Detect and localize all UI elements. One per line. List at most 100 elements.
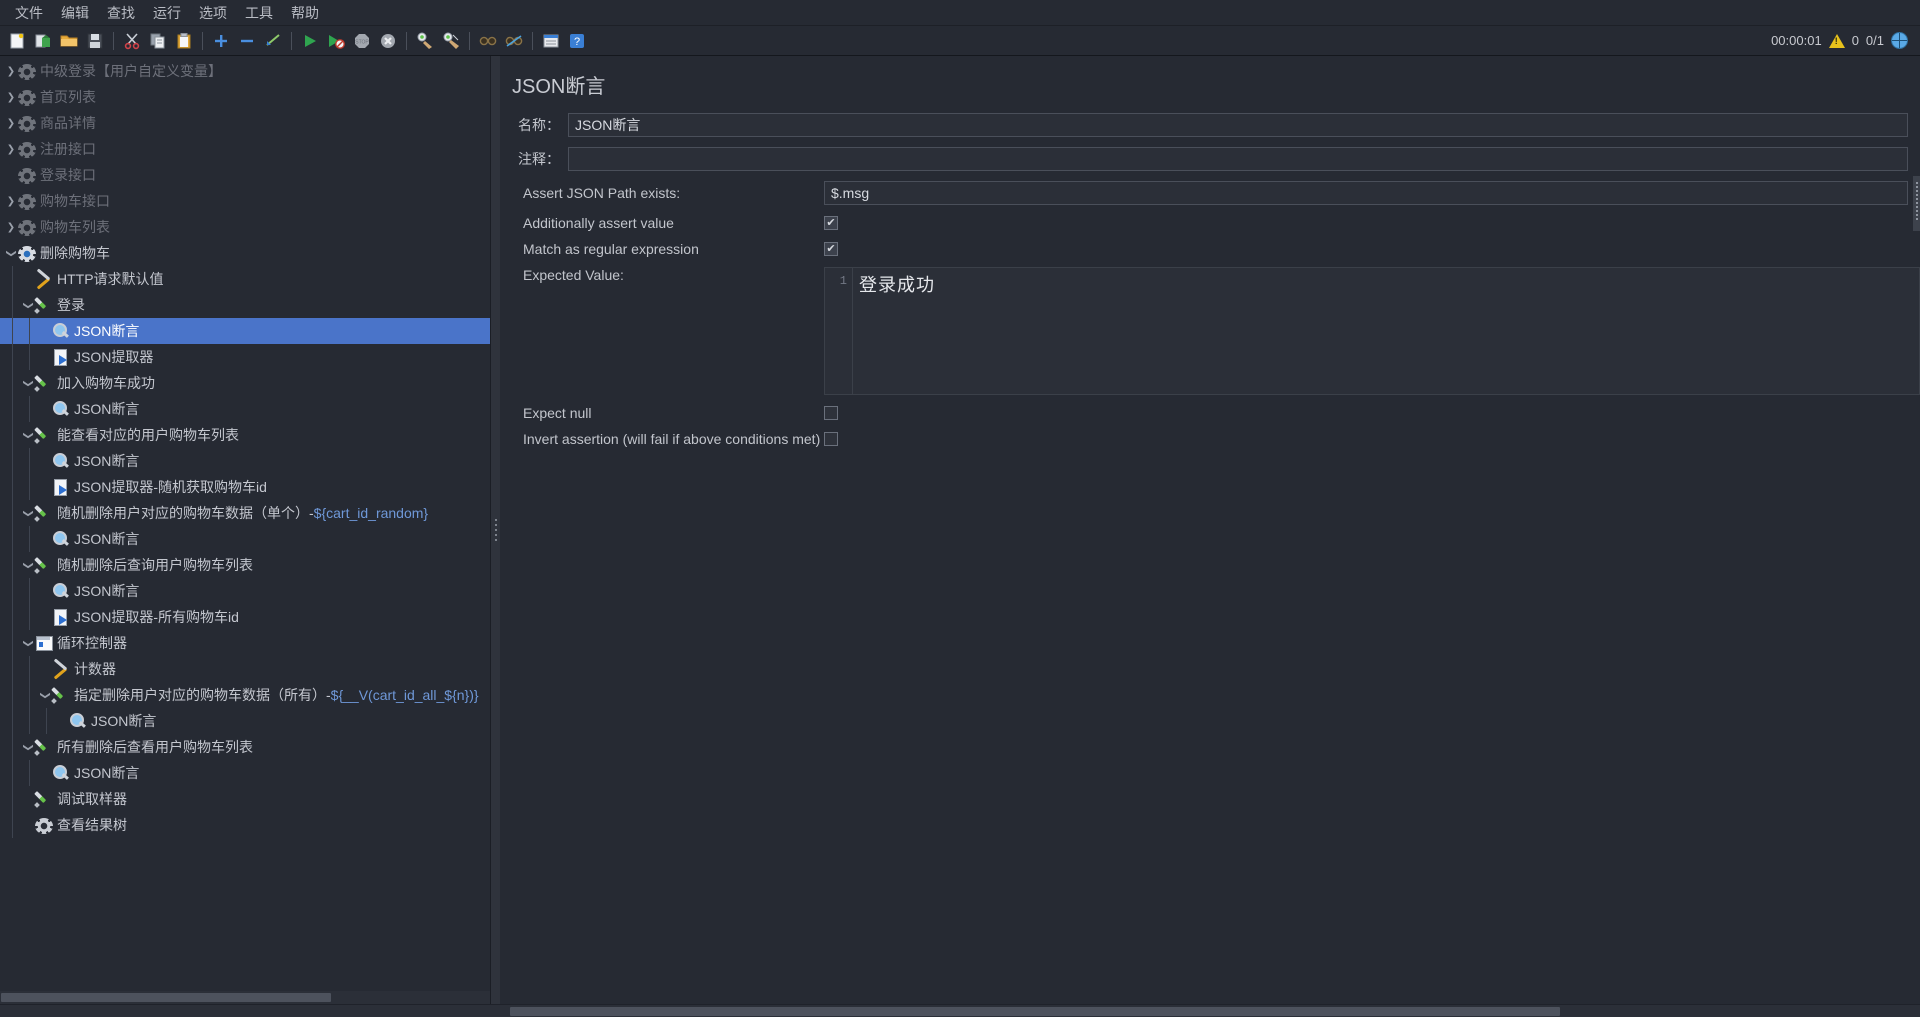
expect-null-checkbox[interactable] [824, 406, 838, 420]
tree-item-sampler-random-delete-single[interactable]: ❯ 随机删除用户对应的购物车数据（单个）-${cart_id_random} [0, 500, 490, 526]
shutdown-icon[interactable] [376, 29, 400, 53]
chevron-right-icon[interactable]: ❯ [4, 118, 18, 129]
comment-input[interactable] [568, 147, 1908, 171]
name-label: 名称： [518, 117, 560, 133]
chevron-down-icon[interactable]: ❯ [23, 636, 34, 650]
open-folder-icon[interactable] [57, 29, 81, 53]
bottom-scrollbar-thumb[interactable] [510, 1007, 1560, 1016]
start-no-pauses-icon[interactable] [324, 29, 348, 53]
chevron-right-icon[interactable]: ❯ [4, 66, 18, 77]
copy-icon[interactable] [146, 29, 170, 53]
save-icon[interactable] [83, 29, 107, 53]
paste-icon[interactable] [172, 29, 196, 53]
comment-label: 注释： [518, 151, 560, 167]
open-template-icon[interactable] [31, 29, 55, 53]
tree-indent-guide [29, 318, 30, 344]
menu-tools[interactable]: 工具 [236, 0, 282, 26]
chevron-down-icon[interactable]: ❯ [23, 558, 34, 572]
tree-item-login-api[interactable]: ❯登录接口 [0, 162, 490, 188]
new-file-icon[interactable] [5, 29, 29, 53]
tree-item-json-assertion-add-cart[interactable]: ❯JSON断言 [0, 396, 490, 422]
chevron-right-icon[interactable]: ❯ [4, 196, 18, 207]
menu-edit[interactable]: 编辑 [52, 0, 98, 26]
tree-item-json-extractor-all-cart-ids[interactable]: ❯JSON提取器-所有购物车id [0, 604, 490, 630]
test-plan-tree[interactable]: ❯中级登录【用户自定义变量】❯首页列表❯商品详情❯注册接口❯登录接口❯购物车接口… [0, 56, 491, 1004]
gear-icon [18, 141, 36, 158]
tree-item-debug-sampler[interactable]: ❯调试取样器 [0, 786, 490, 812]
tree-item-cart-api[interactable]: ❯ 购物车接口 [0, 188, 490, 214]
invert-assertion-checkbox[interactable] [824, 432, 838, 446]
tree-scroll-area[interactable]: ❯中级登录【用户自定义变量】❯首页列表❯商品详情❯注册接口❯登录接口❯购物车接口… [0, 56, 490, 838]
tree-item-cart-list[interactable]: ❯ 购物车列表 [0, 214, 490, 240]
clear-all-icon[interactable] [439, 29, 463, 53]
tree-item-http-defaults[interactable]: ❯HTTP请求默认值 [0, 266, 490, 292]
chevron-down-icon[interactable]: ❯ [6, 246, 17, 260]
tree-scrollbar-thumb[interactable] [1, 993, 331, 1002]
tree-item-json-assertion-delete-all[interactable]: ❯JSON断言 [0, 708, 490, 734]
menu-run[interactable]: 运行 [144, 0, 190, 26]
tree-item-label: 登录 [57, 297, 85, 313]
name-input[interactable] [568, 113, 1908, 137]
tree-item-label: JSON断言 [74, 531, 140, 547]
match-regex-checkbox[interactable]: ✔ [824, 242, 838, 256]
assert-path-input[interactable] [824, 181, 1908, 205]
stop-icon[interactable]: STOP [350, 29, 374, 53]
tree-item-view-results-tree[interactable]: ❯查看结果树 [0, 812, 490, 838]
toggle-icon[interactable] [261, 29, 285, 53]
tree-horizontal-scrollbar[interactable] [0, 991, 490, 1004]
menu-search[interactable]: 查找 [98, 0, 144, 26]
tree-item-sampler-view-cart-list[interactable]: ❯ 能查看对应的用户购物车列表 [0, 422, 490, 448]
tree-item-home-list[interactable]: ❯ 首页列表 [0, 84, 490, 110]
bottom-horizontal-scrollbar[interactable] [0, 1004, 1920, 1017]
search-icon[interactable] [476, 29, 500, 53]
chevron-down-icon[interactable]: ❯ [23, 428, 34, 442]
chevron-down-icon[interactable]: ❯ [23, 506, 34, 520]
tree-item-counter[interactable]: ❯计数器 [0, 656, 490, 682]
tree-item-thread-group-login[interactable]: ❯ 中级登录【用户自定义变量】 [0, 58, 490, 84]
tree-item-sampler-add-cart[interactable]: ❯ 加入购物车成功 [0, 370, 490, 396]
tree-item-loop-controller[interactable]: ❯ 循环控制器 [0, 630, 490, 656]
tree-item-json-assertion-view-after-all-delete[interactable]: ❯JSON断言 [0, 760, 490, 786]
expand-all-icon[interactable] [209, 29, 233, 53]
vertical-splitter[interactable] [491, 56, 500, 1004]
remote-engine-icon[interactable] [1891, 32, 1908, 49]
tree-item-sampler-delete-all[interactable]: ❯ 指定删除用户对应的购物车数据（所有）-${__V(cart_id_all_${… [0, 682, 490, 708]
tree-item-json-extractor-login[interactable]: ❯JSON提取器 [0, 344, 490, 370]
chevron-down-icon[interactable]: ❯ [23, 298, 34, 312]
menu-help[interactable]: 帮助 [282, 0, 328, 26]
tree-item-sampler-login[interactable]: ❯ 登录 [0, 292, 490, 318]
tree-item-sampler-query-after-random-delete[interactable]: ❯ 随机删除后查询用户购物车列表 [0, 552, 490, 578]
tree-item-json-assertion-random-delete[interactable]: ❯JSON断言 [0, 526, 490, 552]
search-reset-icon[interactable] [502, 29, 526, 53]
chevron-right-icon[interactable]: ❯ [4, 92, 18, 103]
tree-item-label: 能查看对应的用户购物车列表 [57, 427, 239, 443]
tree-item-sampler-view-after-all-delete[interactable]: ❯ 所有删除后查看用户购物车列表 [0, 734, 490, 760]
tree-item-product-detail[interactable]: ❯ 商品详情 [0, 110, 490, 136]
tree-item-register-api[interactable]: ❯ 注册接口 [0, 136, 490, 162]
tree-item-delete-cart[interactable]: ❯ 删除购物车 [0, 240, 490, 266]
tree-item-json-extractor-random-cart-id[interactable]: ❯JSON提取器-随机获取购物车id [0, 474, 490, 500]
menu-file[interactable]: 文件 [6, 0, 52, 26]
additionally-assert-checkbox[interactable]: ✔ [824, 216, 838, 230]
panel-side-handle[interactable] [1913, 176, 1920, 231]
tree-item-json-assertion-login[interactable]: ❯JSON断言 [0, 318, 490, 344]
chevron-right-icon[interactable]: ❯ [4, 222, 18, 233]
start-icon[interactable] [298, 29, 322, 53]
expected-value-text[interactable]: 登录成功 [853, 268, 1919, 394]
collapse-all-icon[interactable] [235, 29, 259, 53]
chevron-down-icon[interactable]: ❯ [40, 688, 51, 702]
warning-icon[interactable] [1828, 33, 1845, 48]
expected-value-editor[interactable]: 1 登录成功 [824, 267, 1920, 395]
cut-icon[interactable] [120, 29, 144, 53]
tree-item-json-assertion-view-cart[interactable]: ❯JSON断言 [0, 448, 490, 474]
elapsed-time: 00:00:01 [1771, 33, 1822, 48]
chevron-down-icon[interactable]: ❯ [23, 740, 34, 754]
function-helper-icon[interactable] [539, 29, 563, 53]
help-icon[interactable]: ? [565, 29, 589, 53]
tree-indent-guide [12, 760, 13, 786]
chevron-down-icon[interactable]: ❯ [23, 376, 34, 390]
tree-item-json-assertion-query-after-delete[interactable]: ❯JSON断言 [0, 578, 490, 604]
chevron-right-icon[interactable]: ❯ [4, 144, 18, 155]
clear-icon[interactable] [413, 29, 437, 53]
menu-options[interactable]: 选项 [190, 0, 236, 26]
